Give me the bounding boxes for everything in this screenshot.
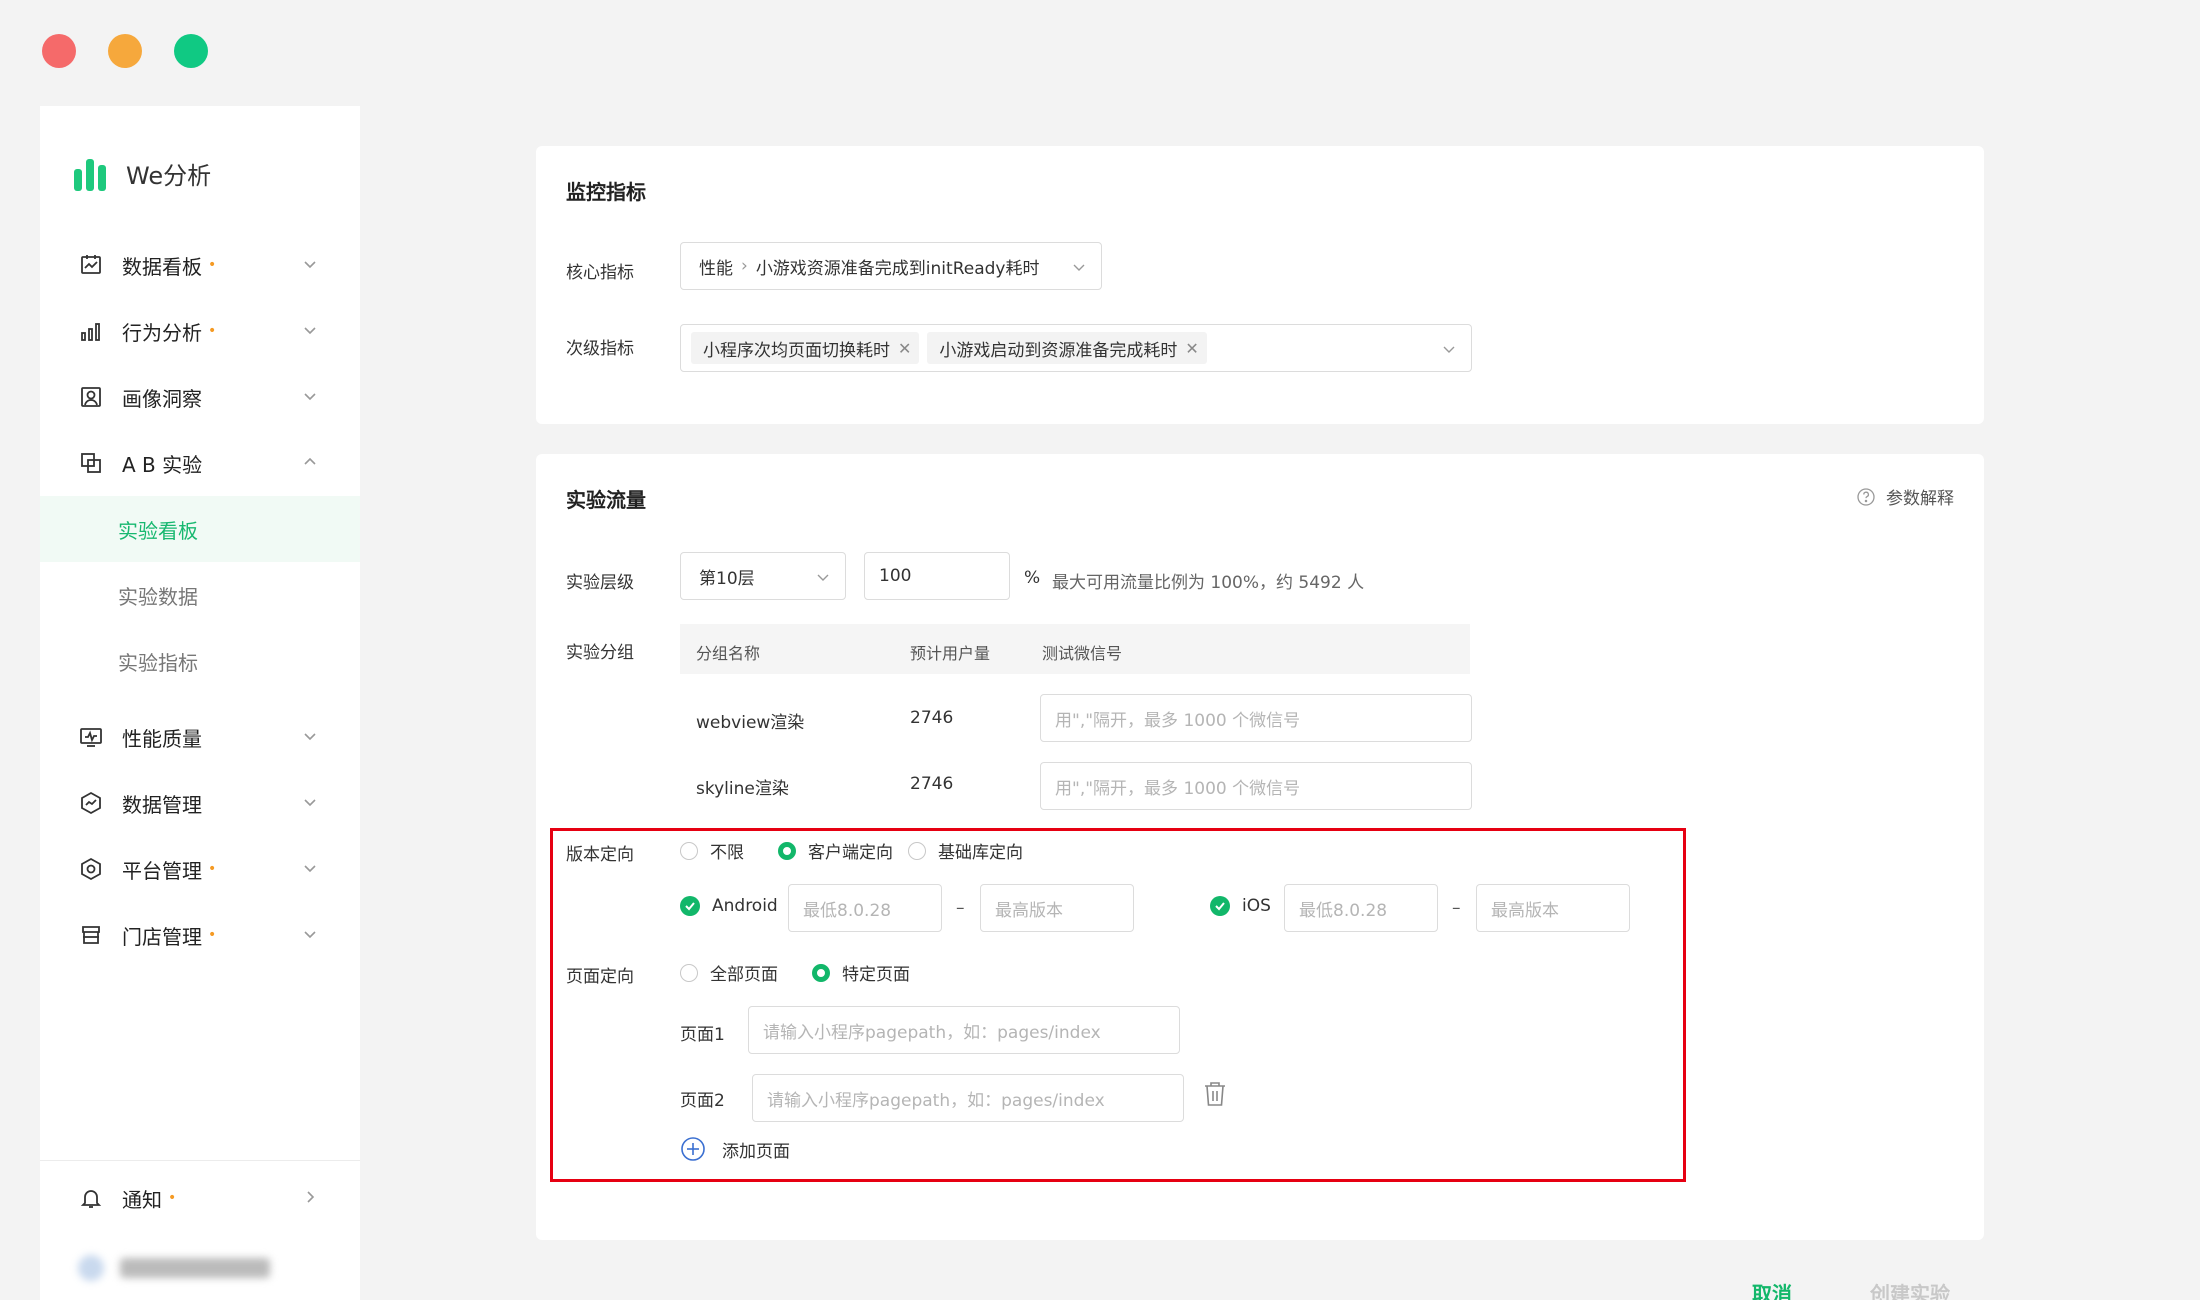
window-controls xyxy=(42,34,208,68)
bell-icon xyxy=(78,1185,104,1211)
chevron-down-icon xyxy=(304,393,316,401)
maximize-window-button[interactable] xyxy=(174,34,208,68)
chevron-up-icon xyxy=(304,457,316,465)
new-dot: • xyxy=(168,1190,177,1206)
chevron-down-icon xyxy=(304,733,316,741)
sidebar-item-label: 行为分析 xyxy=(122,320,202,345)
group-name: webview渲染 xyxy=(696,713,805,733)
create-experiment-button[interactable]: 创建实验 xyxy=(1870,1278,1950,1300)
avatar xyxy=(78,1255,104,1281)
column-header: 测试微信号 xyxy=(1042,644,1123,663)
sidebar-item-ab-test[interactable]: A B 实验 xyxy=(40,430,360,496)
sidebar-item-label: 性能质量 xyxy=(122,726,202,751)
sidebar-item-label: A B 实验 xyxy=(122,452,203,477)
group-users: 2746 xyxy=(910,774,954,794)
sidebar-item-label: 画像洞察 xyxy=(122,386,202,411)
core-metric-select[interactable]: 性能 › 小游戏资源准备完成到initReady耗时 xyxy=(680,242,1102,290)
sidebar-item-label: 平台管理 xyxy=(122,858,202,883)
metric-tag: 小程序次均页面切换耗时 ✕ xyxy=(691,332,920,364)
data-manage-icon xyxy=(78,790,104,816)
sidebar-subitem-experiment-data[interactable]: 实验数据 xyxy=(40,562,360,628)
sidebar-item-portrait[interactable]: 画像洞察 xyxy=(40,364,360,430)
user-account[interactable] xyxy=(78,1255,270,1281)
new-dot: • xyxy=(208,861,217,877)
layer-label: 实验层级 xyxy=(566,573,634,593)
new-dot: • xyxy=(208,257,217,273)
chevron-down-icon xyxy=(304,261,316,269)
group-table-header: 分组名称 预计用户量 测试微信号 xyxy=(680,624,1470,674)
layer-value: 第10层 xyxy=(699,568,755,589)
logo-icon xyxy=(74,157,108,191)
core-metric-label: 核心指标 xyxy=(566,263,634,283)
core-metric-value: 小游戏资源准备完成到initReady耗时 xyxy=(755,258,1040,279)
group-users: 2746 xyxy=(910,708,954,728)
ab-test-icon xyxy=(78,450,104,476)
sidebar-item-dashboard[interactable]: 数据看板 • xyxy=(40,232,360,298)
sidebar-item-behavior[interactable]: 行为分析 • xyxy=(40,298,360,364)
percent-sign: % xyxy=(1024,568,1041,588)
core-metric-category: 性能 xyxy=(699,258,733,279)
new-dot: • xyxy=(208,927,217,943)
sidebar-item-label: 数据管理 xyxy=(122,792,202,817)
settings-hex-icon xyxy=(78,856,104,882)
dashboard-icon xyxy=(78,252,104,278)
highlight-box xyxy=(550,828,1686,1182)
chevron-down-icon xyxy=(304,931,316,939)
wechat-id-input[interactable]: 用","隔开，最多 1000 个微信号 xyxy=(1040,762,1472,810)
app-logo[interactable]: We分析 xyxy=(74,156,211,191)
sidebar-bottom: 通知 • xyxy=(40,1160,360,1300)
column-header: 预计用户量 xyxy=(910,644,991,663)
section-title: 实验流量 xyxy=(566,488,646,512)
chevron-down-icon xyxy=(304,327,316,335)
param-help-link[interactable]: 参数解释 xyxy=(1856,484,1954,509)
traffic-hint: 最大可用流量比例为 100%，约 5492 人 xyxy=(1052,573,1365,593)
sidebar-item-label: 门店管理 xyxy=(122,924,202,949)
chevron-down-icon xyxy=(817,574,829,581)
sidebar-nav: 数据看板 • 行为分析 • 画像洞察 A B 实验 实验看板 实验数据 实验指标… xyxy=(40,232,360,968)
layer-select[interactable]: 第10层 xyxy=(680,552,846,600)
tag-label: 小程序次均页面切换耗时 xyxy=(703,340,890,361)
new-dot: • xyxy=(208,323,217,339)
minimize-window-button[interactable] xyxy=(108,34,142,68)
sidebar-item-notifications[interactable]: 通知 • xyxy=(40,1165,360,1231)
chevron-right-icon xyxy=(307,1191,315,1203)
sidebar-item-store-management[interactable]: 门店管理 • xyxy=(40,902,360,968)
close-icon[interactable]: ✕ xyxy=(1185,339,1198,358)
sidebar: We分析 数据看板 • 行为分析 • 画像洞察 A B 实验 实验看板 实验数据… xyxy=(40,106,360,1300)
close-window-button[interactable] xyxy=(42,34,76,68)
user-name-blurred xyxy=(120,1258,270,1278)
chevron-down-icon xyxy=(304,799,316,807)
tag-label: 小游戏启动到资源准备完成耗时 xyxy=(939,340,1178,361)
secondary-metric-select[interactable]: 小程序次均页面切换耗时 ✕ 小游戏启动到资源准备完成耗时 ✕ xyxy=(680,324,1472,372)
bar-chart-icon xyxy=(78,318,104,344)
help-icon xyxy=(1857,487,1875,506)
cancel-button[interactable]: 取消 xyxy=(1752,1278,1792,1300)
logo-text: We分析 xyxy=(126,162,212,190)
sidebar-item-label: 通知 xyxy=(122,1187,162,1212)
column-header: 分组名称 xyxy=(696,644,761,663)
wechat-id-input[interactable]: 用","隔开，最多 1000 个微信号 xyxy=(1040,694,1472,742)
sidebar-item-performance[interactable]: 性能质量 xyxy=(40,704,360,770)
sidebar-item-data-management[interactable]: 数据管理 xyxy=(40,770,360,836)
sidebar-item-label: 数据看板 xyxy=(122,254,202,279)
chevron-down-icon xyxy=(1073,264,1085,271)
traffic-percent-input[interactable]: 100 xyxy=(864,552,1010,600)
chevron-down-icon xyxy=(304,865,316,873)
secondary-metric-label: 次级指标 xyxy=(566,339,634,359)
group-label: 实验分组 xyxy=(566,643,634,663)
chevron-right-icon: › xyxy=(741,256,748,276)
sidebar-subitem-experiment-board[interactable]: 实验看板 xyxy=(40,496,360,562)
close-icon[interactable]: ✕ xyxy=(898,339,911,358)
group-name: skyline渲染 xyxy=(696,779,789,799)
chevron-down-icon xyxy=(1443,346,1455,353)
portrait-icon xyxy=(78,384,104,410)
section-title: 监控指标 xyxy=(566,180,646,204)
store-icon xyxy=(78,922,104,948)
help-label: 参数解释 xyxy=(1886,489,1954,509)
monitor-icon xyxy=(78,724,104,750)
monitor-metrics-card: 监控指标 核心指标 性能 › 小游戏资源准备完成到initReady耗时 次级指… xyxy=(536,146,1984,424)
sidebar-item-platform-management[interactable]: 平台管理 • xyxy=(40,836,360,902)
metric-tag: 小游戏启动到资源准备完成耗时 ✕ xyxy=(927,332,1207,364)
sidebar-subitem-experiment-metrics[interactable]: 实验指标 xyxy=(40,628,360,694)
